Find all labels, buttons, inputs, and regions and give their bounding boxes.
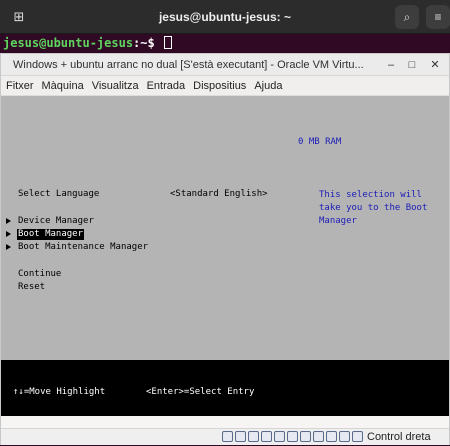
mouse-integration-icon[interactable] xyxy=(339,431,350,442)
terminal-title: jesus@ubuntu-jesus: ~ xyxy=(158,10,292,24)
shared-folders-icon[interactable] xyxy=(287,431,298,442)
vbox-window-title: Windows + ubuntu arranc no dual [S'està … xyxy=(13,59,364,71)
menu-entrada[interactable]: Entrada xyxy=(144,76,189,96)
menu-fitxer[interactable]: Fitxer xyxy=(3,76,37,96)
shell-prompt: jesus@ubuntu-jesus:~$ xyxy=(3,36,172,50)
menu-item-reset[interactable]: Reset xyxy=(18,282,45,293)
usb-icon[interactable] xyxy=(274,431,285,442)
optical-drive-icon[interactable] xyxy=(235,431,246,442)
help-text: This selection will take you to the Boot… xyxy=(319,190,428,226)
hamburger-menu-icon[interactable]: ≡ xyxy=(426,5,450,29)
prompt-separator: :~$ xyxy=(133,36,162,50)
search-icon[interactable]: ⌕ xyxy=(395,5,419,29)
hard-disk-icon[interactable] xyxy=(222,431,233,442)
close-button[interactable]: ✕ xyxy=(427,57,443,73)
keyboard-icon[interactable] xyxy=(352,431,363,442)
vbox-menubar: Fitxer Màquina Visualitza Entrada Dispositiu… xyxy=(1,76,449,96)
minimize-button[interactable]: – xyxy=(383,57,399,73)
prompt-user: jesus@ubuntu-jesus xyxy=(3,36,134,50)
host-key-label: Control dreta xyxy=(367,431,431,443)
menu-item-boot-manager[interactable]: Boot Manager xyxy=(17,229,85,240)
vbox-titlebar[interactable]: Windows + ubuntu arranc no dual [S'està … xyxy=(1,54,449,76)
terminal-header: ⊞ jesus@ubuntu-jesus: ~ ⌕ ≡ xyxy=(0,0,450,34)
network-icon[interactable] xyxy=(261,431,272,442)
menu-maquina[interactable]: Màquina xyxy=(39,76,87,96)
submenu-arrow-icon xyxy=(6,244,11,250)
select-language-value[interactable]: <Standard English> xyxy=(170,189,268,200)
maximize-button[interactable]: □ xyxy=(404,57,420,73)
guest-screen[interactable]: 0 MB RAM Select Language <Standard Engli… xyxy=(1,96,449,416)
menu-item-continue[interactable]: Continue xyxy=(18,269,61,280)
footer-select-hint: <Enter>=Select Entry xyxy=(146,387,255,397)
audio-icon[interactable] xyxy=(248,431,259,442)
ram-info: 0 MB RAM xyxy=(298,137,342,147)
footer-move-hint: ↑↓=Move Highlight xyxy=(13,387,106,397)
virtualbox-window: Windows + ubuntu arranc no dual [S'està … xyxy=(0,53,450,445)
new-tab-icon[interactable]: ⊞ xyxy=(8,6,30,28)
select-language-label: Select Language xyxy=(18,189,100,199)
menu-item-boot-maintenance-manager[interactable]: Boot Maintenance Manager xyxy=(18,242,148,253)
terminal-cursor xyxy=(163,36,172,49)
cpu-icon[interactable] xyxy=(326,431,337,442)
menu-dispositius[interactable]: Dispositius xyxy=(190,76,249,96)
submenu-arrow-icon xyxy=(6,218,11,224)
menu-item-device-manager[interactable]: Device Manager xyxy=(18,216,94,227)
recording-icon[interactable] xyxy=(313,431,324,442)
uefi-footer: ↑↓=Move Highlight <Enter>=Select Entry xyxy=(1,360,449,416)
menu-ajuda[interactable]: Ajuda xyxy=(251,76,285,96)
display-icon[interactable] xyxy=(300,431,311,442)
menu-visualitza[interactable]: Visualitza xyxy=(89,76,142,96)
submenu-arrow-icon xyxy=(6,231,11,237)
vbox-statusbar: Control dreta xyxy=(1,428,449,445)
